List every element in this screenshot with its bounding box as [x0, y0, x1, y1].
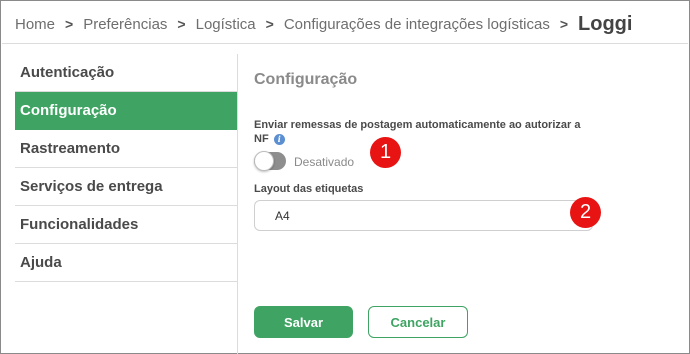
callout-badge-1: 1 [370, 137, 401, 168]
callout-badge-2: 2 [570, 197, 601, 228]
breadcrumb-home[interactable]: Home [15, 16, 55, 33]
sidebar-item-autenticacao[interactable]: Autenticação [15, 54, 238, 92]
breadcrumb-integracoes[interactable]: Configurações de integrações logísticas [284, 16, 550, 33]
sidebar-divider [237, 54, 238, 354]
auto-send-label-text: Enviar remessas de postagem automaticame… [254, 119, 581, 145]
layout-select[interactable]: A4 [254, 200, 593, 231]
layout-label: Layout das etiquetas [254, 183, 364, 195]
page-title: Loggi [578, 12, 633, 35]
chevron-right-icon: > [559, 16, 569, 32]
sidebar-item-rastreamento[interactable]: Rastreamento [15, 130, 238, 168]
breadcrumb-preferencias[interactable]: Preferências [83, 16, 167, 33]
info-icon[interactable]: i [273, 133, 285, 145]
sidebar-item-servicos-de-entrega[interactable]: Serviços de entrega [15, 168, 238, 206]
layout-select-value: A4 [275, 208, 290, 223]
chevron-right-icon: > [65, 16, 74, 32]
section-title: Configuração [254, 71, 358, 88]
toggle-state-label: Desativado [294, 155, 355, 169]
toggle-knob [254, 151, 274, 171]
auto-send-label: Enviar remessas de postagem automaticame… [254, 118, 584, 146]
breadcrumb-logistica[interactable]: Logística [196, 16, 256, 33]
breadcrumb: Home > Preferências > Logística > Config… [15, 11, 632, 37]
chevron-right-icon: > [177, 16, 186, 32]
chevron-right-icon: > [265, 16, 274, 32]
sidebar: Autenticação Configuração Rastreamento S… [15, 54, 238, 282]
sidebar-item-configuracao[interactable]: Configuração [15, 92, 238, 130]
sidebar-item-ajuda[interactable]: Ajuda [15, 244, 238, 282]
header-divider [2, 43, 688, 44]
sidebar-item-funcionalidades[interactable]: Funcionalidades [15, 206, 238, 244]
save-button[interactable]: Salvar [254, 306, 353, 338]
auto-send-toggle[interactable] [254, 151, 286, 171]
window-frame: Home > Preferências > Logística > Config… [0, 0, 690, 354]
cancel-button[interactable]: Cancelar [368, 306, 468, 338]
